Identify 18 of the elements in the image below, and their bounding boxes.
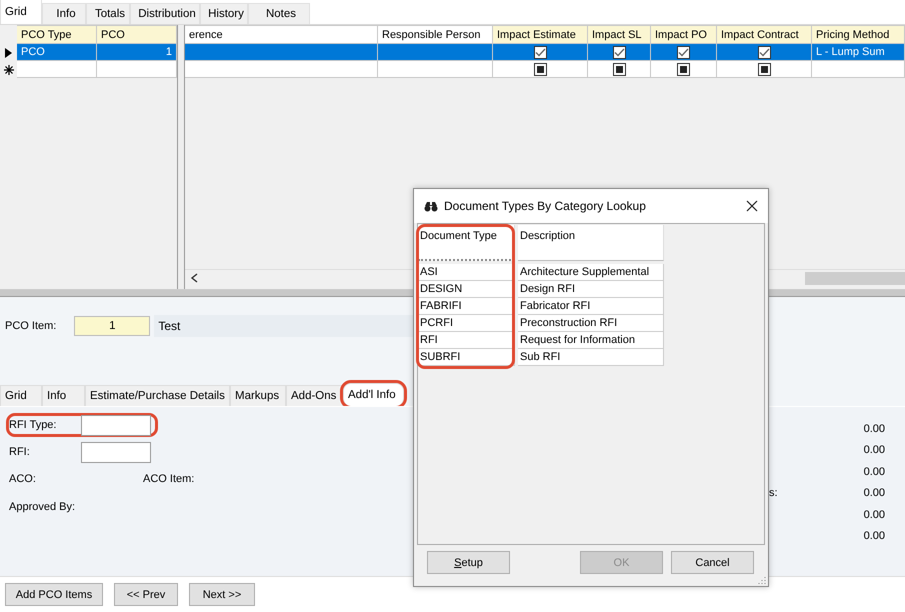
table-cell: PCO xyxy=(17,44,97,61)
field-label: RFI Type: xyxy=(9,419,58,431)
field-label: ACO Item: xyxy=(143,473,194,485)
field-label: s: xyxy=(769,487,778,500)
field-label: PCO Item: xyxy=(5,320,56,332)
dialog-title: Document Types By Category Lookup xyxy=(444,199,646,213)
amount-value: 0.00 xyxy=(864,487,885,500)
table-cell: L - Lump Sum xyxy=(812,44,905,61)
field-label: ACO: xyxy=(9,473,37,485)
field-label: RFI: xyxy=(9,446,31,458)
amount-value: 0.00 xyxy=(864,466,885,478)
field-label: Approved By: xyxy=(9,501,76,513)
amount-value: 0.00 xyxy=(864,530,885,542)
amount-value: 0.00 xyxy=(864,508,885,521)
table-cell: 1 xyxy=(97,44,177,61)
amount-value: 0.00 xyxy=(864,422,885,435)
amount-value: 0.00 xyxy=(864,444,885,456)
item-description: Test xyxy=(154,315,414,337)
